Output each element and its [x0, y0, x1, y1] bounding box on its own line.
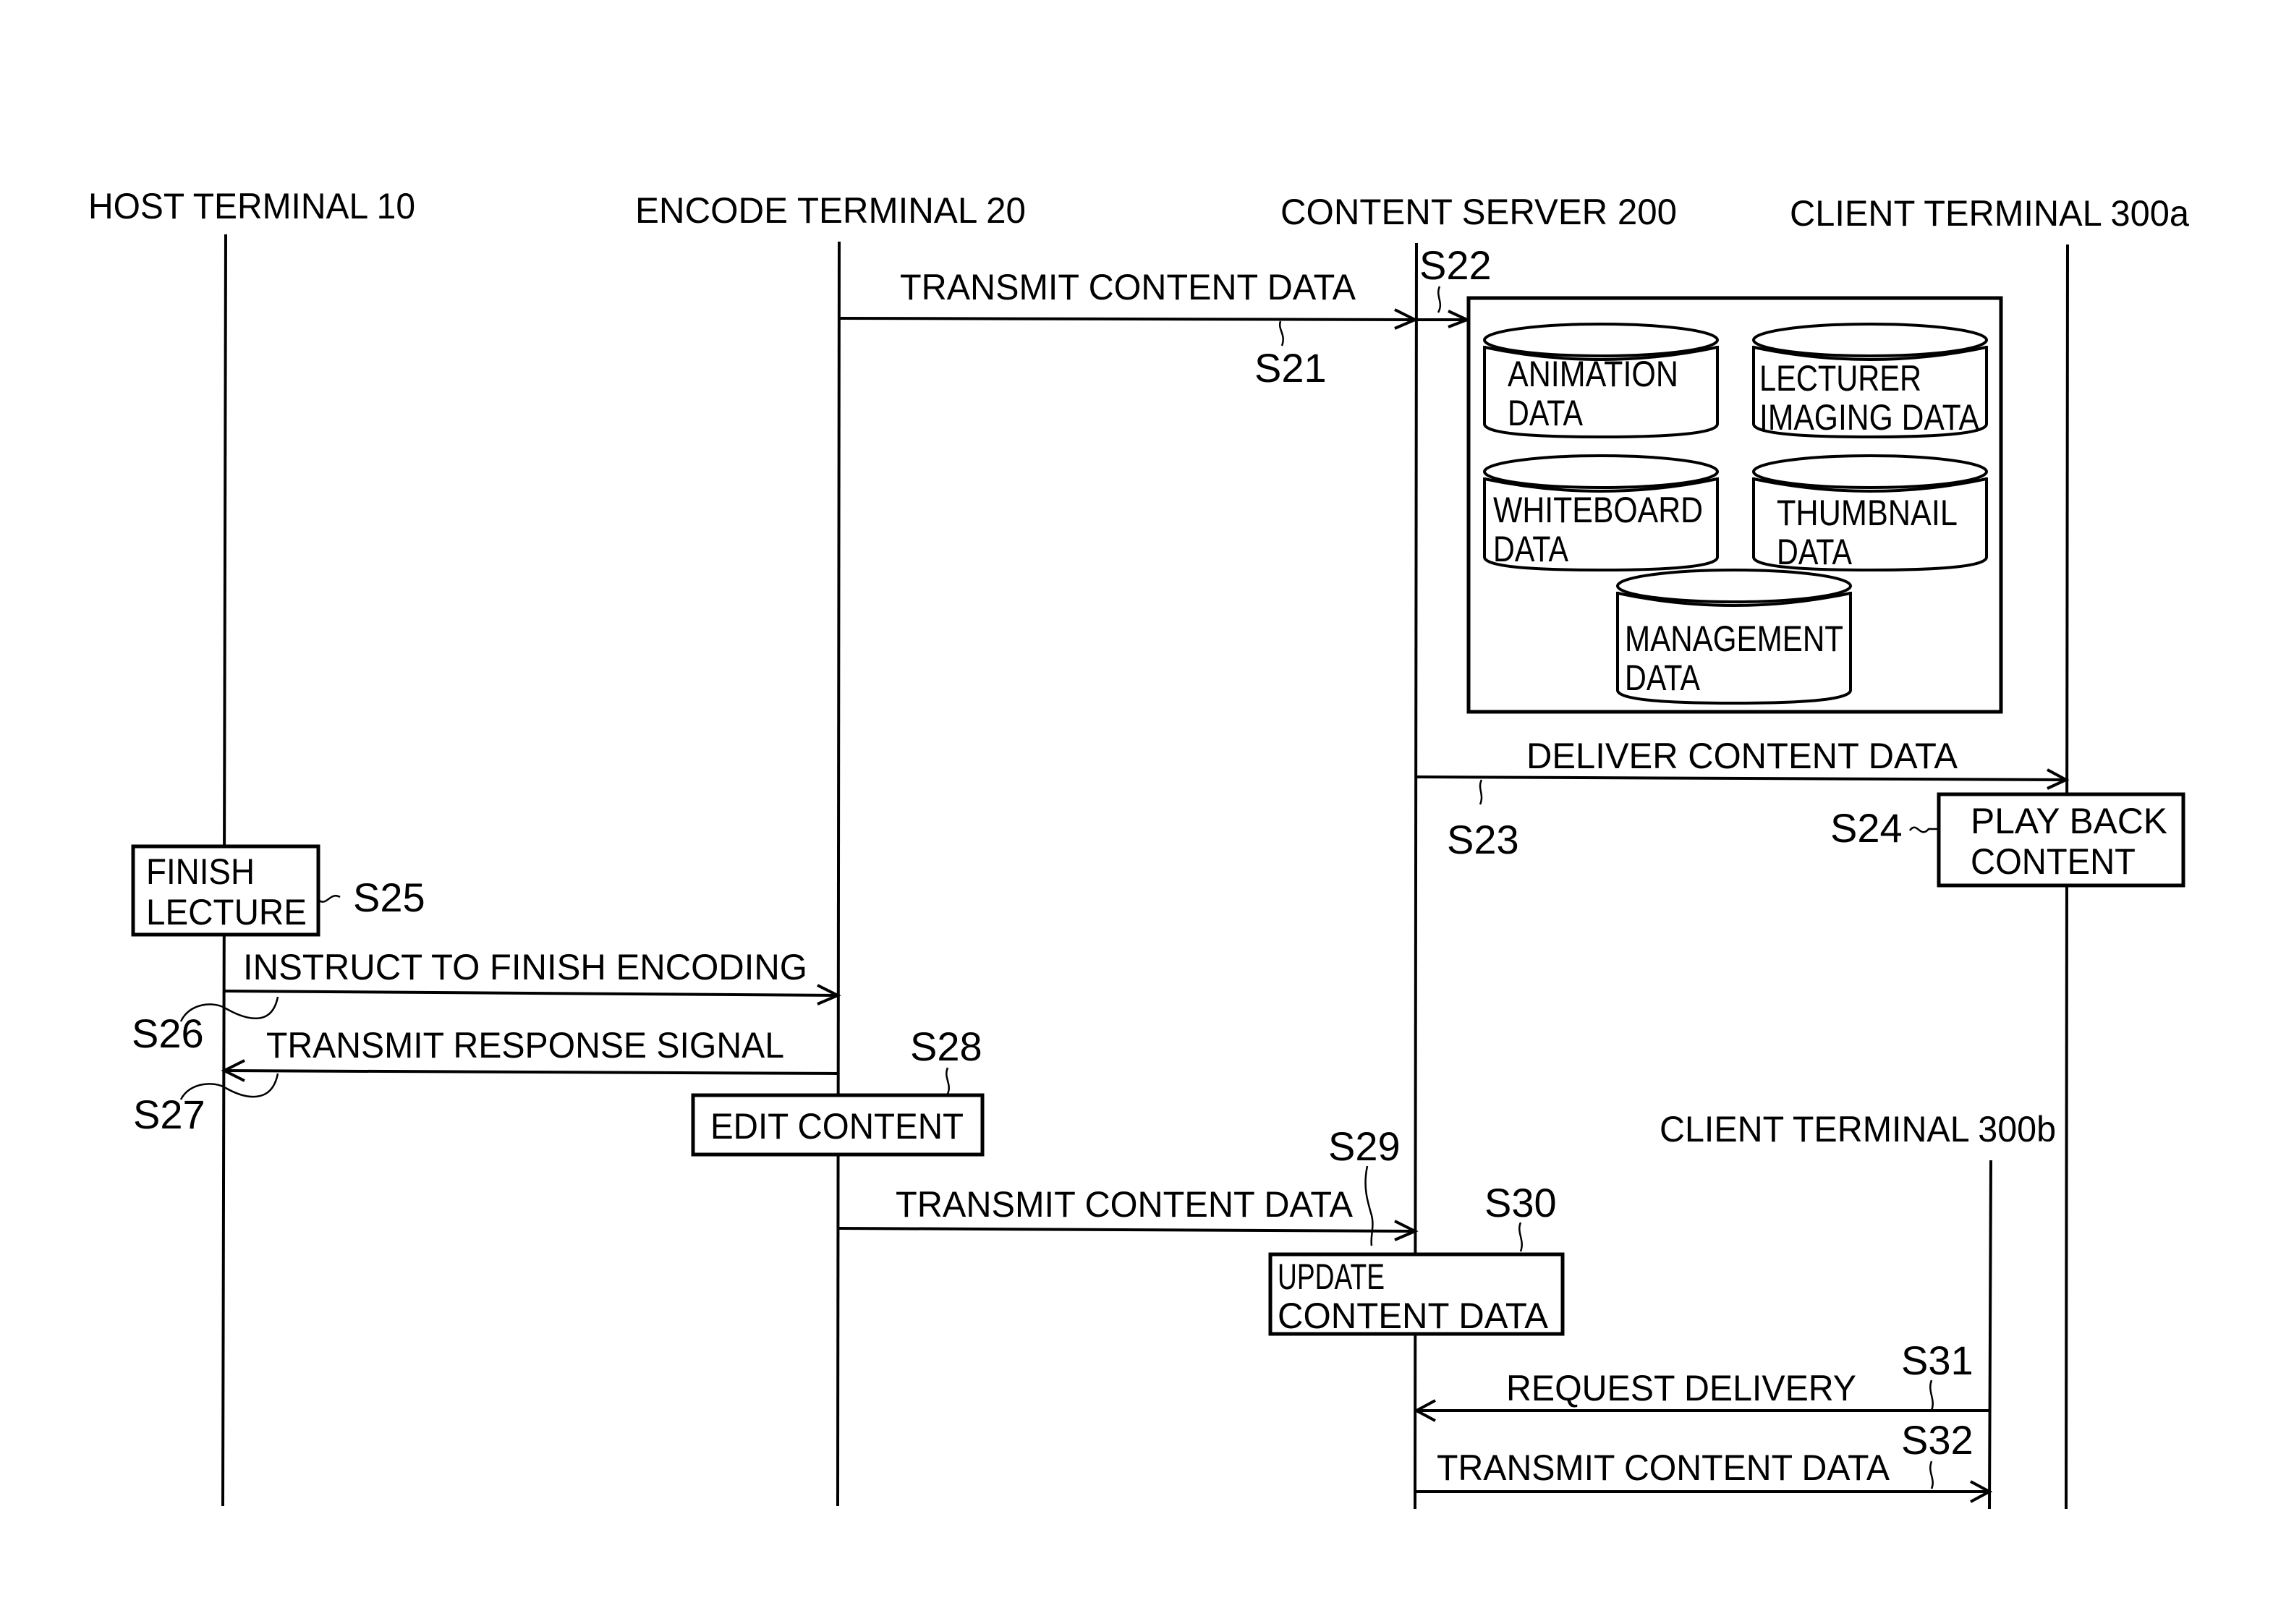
process-s24-line2: CONTENT: [1971, 841, 2136, 882]
leader-squiggle-icon: [1278, 320, 1284, 347]
storage-animation-data: ANIMATION DATA: [1483, 323, 1719, 439]
step-s21-label: S21: [1254, 345, 1327, 391]
message-s21-label: TRANSMIT CONTENT DATA: [900, 267, 1356, 307]
storage-management-line1: MANAGEMENT: [1625, 618, 1843, 659]
step-s23-label: S23: [1447, 817, 1519, 862]
storage-thumbnail-line2: DATA: [1777, 532, 1853, 572]
message-s29-arrow: [837, 1227, 1416, 1233]
step-s22-label: S22: [1419, 242, 1492, 288]
storage-lecturer-line1: LECTURER: [1759, 358, 1921, 399]
message-s23-label: DELIVER CONTENT DATA: [1526, 736, 1958, 776]
message-s32: S32 TRANSMIT CONTENT DATA: [1416, 1417, 1993, 1503]
step-s27-label: S27: [133, 1092, 205, 1137]
leader-squiggle-icon: [1518, 1222, 1523, 1252]
participant-host-label: HOST TERMINAL 10: [88, 186, 415, 226]
storage-lecturer-imaging-data: LECTURER IMAGING DATA: [1752, 323, 1988, 439]
process-s25-line2: LECTURE: [146, 892, 307, 932]
leader-squiggle-icon: [1364, 1165, 1374, 1246]
message-s31: S31 REQUEST DELIVERY: [1413, 1338, 1989, 1422]
step-s28-label: S28: [910, 1024, 982, 1069]
leader-squiggle-icon: [318, 895, 341, 903]
storage-thumbnail-line1: THUMBNAIL: [1777, 493, 1958, 533]
storage-thumbnail-data: THUMBNAIL DATA: [1752, 454, 1988, 572]
storage-animation-line1: ANIMATION: [1508, 354, 1678, 394]
message-s32-label: TRANSMIT CONTENT DATA: [1437, 1447, 1890, 1488]
storage-lecturer-line2: IMAGING DATA: [1759, 397, 1980, 438]
message-s29-label: TRANSMIT CONTENT DATA: [896, 1184, 1354, 1225]
process-s25-line1: FINISH: [146, 851, 255, 892]
participant-client-a-label: CLIENT TERMINAL 300a: [1790, 193, 2189, 234]
leader-squiggle-icon: [1437, 286, 1442, 313]
process-s24-line1: PLAY BACK: [1971, 801, 2167, 841]
step-s32-label: S32: [1901, 1417, 1974, 1463]
participant-encode-label: ENCODE TERMINAL 20: [635, 190, 1026, 231]
message-s26-label: INSTRUCT TO FINISH ENCODING: [243, 947, 807, 987]
process-s28-line1: EDIT CONTENT: [710, 1106, 964, 1147]
storage-whiteboard-line2: DATA: [1493, 529, 1569, 569]
participant-server-label: CONTENT SERVER 200: [1280, 192, 1677, 232]
storage-whiteboard-line1: WHITEBOARD: [1493, 490, 1703, 530]
storage-whiteboard-data: WHITEBOARD DATA: [1483, 454, 1719, 572]
storage-management-data: MANAGEMENT DATA: [1616, 569, 1852, 705]
storage-management-line2: DATA: [1625, 658, 1701, 698]
step-s31-label: S31: [1901, 1338, 1974, 1383]
storage-animation-line2: DATA: [1508, 393, 1584, 433]
message-s23-arrow: [1416, 775, 2067, 781]
step-s29-label: S29: [1328, 1123, 1401, 1169]
leader-squiggle-icon: [946, 1067, 950, 1094]
leader-squiggle-icon: [1479, 779, 1483, 805]
step-s25-label: S25: [353, 875, 425, 920]
leader-squiggle-icon: [1908, 826, 1939, 833]
process-s22-storage: S22 ANIMATION DATA LECTURER IMAGING DATA…: [1416, 242, 2003, 714]
process-s24: PLAY BACK CONTENT S24: [1830, 792, 2185, 888]
participant-client-b-label: CLIENT TERMINAL 300b: [1660, 1109, 2056, 1149]
message-s27-label: TRANSMIT RESPONSE SIGNAL: [266, 1025, 784, 1066]
sequence-diagram: HOST TERMINAL 10 ENCODE TERMINAL 20 CONT…: [88, 186, 2189, 1510]
step-s26-label: S26: [132, 1011, 204, 1056]
message-s31-label: REQUEST DELIVERY: [1506, 1368, 1856, 1408]
step-s30-label: S30: [1484, 1180, 1557, 1225]
encode-lifeline: [836, 241, 841, 1507]
step-s24-label: S24: [1830, 805, 1903, 851]
process-s25: FINISH LECTURE S25: [131, 844, 425, 937]
leader-squiggle-icon: [1929, 1461, 1934, 1489]
message-s21-arrow: [838, 317, 1416, 321]
process-s30-line2: CONTENT DATA: [1278, 1296, 1549, 1336]
message-s21: TRANSMIT CONTENT DATA S21: [838, 267, 1419, 391]
client-b-lifeline: [1988, 1160, 1992, 1510]
process-s30-line1: UPDATE: [1278, 1257, 1385, 1297]
message-s27-arrow: [224, 1069, 838, 1075]
message-s26-arrow: [224, 990, 838, 997]
leader-squiggle-icon: [1929, 1379, 1934, 1411]
